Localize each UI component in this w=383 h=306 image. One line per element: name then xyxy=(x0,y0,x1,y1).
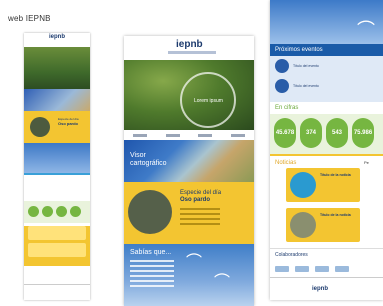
events-list: Título del evento Título del evento xyxy=(270,56,383,102)
event-item[interactable]: Título del evento xyxy=(270,76,383,96)
logo: iepnb xyxy=(49,34,65,40)
species-kicker: Especie del día xyxy=(180,190,222,196)
stat-dot xyxy=(56,206,67,217)
species-section: Especie del día Oso pardo xyxy=(24,111,90,143)
collaborators-section xyxy=(24,266,90,284)
tab-item[interactable] xyxy=(165,133,180,137)
footer xyxy=(24,284,90,300)
species-photo xyxy=(30,117,50,137)
map-viewer-section[interactable]: Visor cartográfico xyxy=(124,140,254,182)
mockup-home-bottom: ⌒ Próximos eventos Título del evento Tít… xyxy=(270,0,383,300)
news-card-title: Título de la noticia xyxy=(320,173,351,177)
stats-title: En cifras xyxy=(275,105,299,111)
event-title: Título del evento xyxy=(293,84,319,88)
news-section: Noticias Pe Título de la noticia Título … xyxy=(270,154,383,248)
footer: iepnb xyxy=(270,277,383,300)
mockup-home-top: iepnb Lorem ipsum Visor cartográfico Esp… xyxy=(124,36,254,306)
tagline-bar xyxy=(168,51,216,54)
stat-dot xyxy=(70,206,81,217)
news-section xyxy=(24,226,90,266)
stat-value: 374 xyxy=(300,118,322,148)
species-photo xyxy=(128,190,172,234)
stats-section xyxy=(24,201,90,223)
species-name: Oso pardo xyxy=(180,197,211,203)
partner-logo[interactable] xyxy=(335,266,349,272)
news-card[interactable]: Título de la noticia xyxy=(286,208,360,242)
news-image xyxy=(290,172,316,198)
page-caption: web IEPNB xyxy=(8,14,51,23)
header: iepnb xyxy=(24,33,90,47)
hero-banner: Lorem ipsum xyxy=(124,60,254,130)
did-you-know-text xyxy=(130,260,174,290)
tab-item[interactable] xyxy=(230,133,245,137)
seagull-icon: ⌒ xyxy=(357,20,375,40)
event-icon xyxy=(275,79,289,93)
event-item[interactable]: Título del evento xyxy=(270,56,383,76)
collaborators-logos xyxy=(270,261,383,277)
partner-logo[interactable] xyxy=(275,266,289,272)
stat-value: 543 xyxy=(326,118,348,148)
species-title: Especie del día Oso pardo xyxy=(180,190,221,204)
seagull-icon: ⌒ xyxy=(186,254,203,271)
partner-logo[interactable] xyxy=(315,266,329,272)
hero-forest-image xyxy=(24,47,90,89)
footer-logo[interactable]: iepnb xyxy=(312,286,328,292)
news-image xyxy=(290,212,316,238)
species-section: Especie del día Oso pardo xyxy=(124,182,254,244)
seagull-icon: ⌒ xyxy=(214,274,231,291)
map-title: Visor cartográfico xyxy=(130,152,167,167)
logo[interactable]: iepnb xyxy=(176,39,203,50)
map-image xyxy=(24,89,90,111)
stat-value: 75.986 xyxy=(352,118,374,148)
species-name: Oso pardo xyxy=(58,121,79,126)
stat-dot xyxy=(28,206,39,217)
sky-banner: ⌒ xyxy=(270,0,383,44)
news-side-label: Pe xyxy=(364,160,369,165)
tab-item[interactable] xyxy=(198,133,213,137)
event-icon xyxy=(275,59,289,73)
partner-logo[interactable] xyxy=(295,266,309,272)
news-title: Noticias xyxy=(275,160,297,166)
did-you-know-section: Sabías que... ⌒ ⌒ xyxy=(124,244,254,306)
news-card[interactable]: Título de la noticia xyxy=(286,168,360,202)
sky-section xyxy=(24,143,90,173)
tab-item[interactable] xyxy=(133,133,148,137)
collaborators-title: Colaboradores xyxy=(270,248,383,261)
event-title: Título del evento xyxy=(293,64,319,68)
species-text-lines xyxy=(180,208,220,228)
did-you-know-title: Sabías que... xyxy=(130,249,172,256)
stats-row: 45.678 374 543 75.986 xyxy=(270,114,383,154)
news-card xyxy=(28,243,86,257)
news-card xyxy=(28,226,86,240)
quick-tabs xyxy=(124,130,254,140)
stat-value: 45.678 xyxy=(274,118,296,148)
events-title: Próximos eventos xyxy=(270,44,383,56)
header: iepnb xyxy=(124,36,254,60)
mockup-long-page: iepnb Especie del día Oso pardo xyxy=(24,33,90,300)
stat-dot xyxy=(42,206,53,217)
news-card-title: Título de la noticia xyxy=(320,213,351,217)
hero-text: Lorem ipsum xyxy=(194,98,223,104)
events-section xyxy=(24,173,90,201)
